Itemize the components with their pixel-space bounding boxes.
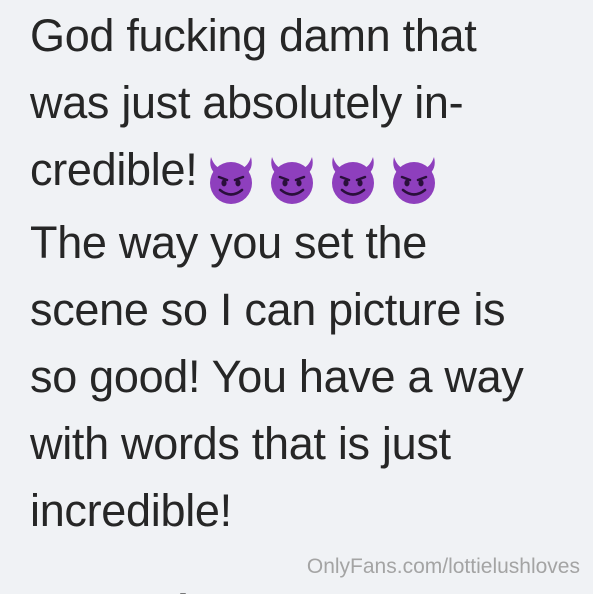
message-line-6: so good! You have a way [30, 351, 524, 402]
cropped-next-line [30, 586, 230, 594]
smiling-imp-icon [264, 153, 320, 205]
message-text: God fucking damn that was just absolutel… [30, 2, 586, 544]
message-line-7: with words that is just [30, 418, 451, 469]
smiling-imp-icon [386, 153, 442, 205]
message-line-3-text: credible! [30, 144, 198, 195]
post-screenshot: God fucking damn that was just absolutel… [0, 0, 593, 594]
smiling-imp-icon [203, 153, 259, 205]
emoji-row [203, 142, 447, 209]
message-line-5: scene so I can picture is [30, 284, 506, 335]
message-line-1: God fucking damn that [30, 10, 477, 61]
message-line-2: was just absolutely in- [30, 77, 464, 128]
message-line-8: incredible! [30, 485, 232, 536]
watermark: OnlyFans.com/lottielushloves [306, 555, 580, 578]
message-line-3: credible! [30, 136, 586, 209]
message-line-4: The way you set the [30, 217, 428, 268]
smiling-imp-icon [325, 153, 381, 205]
